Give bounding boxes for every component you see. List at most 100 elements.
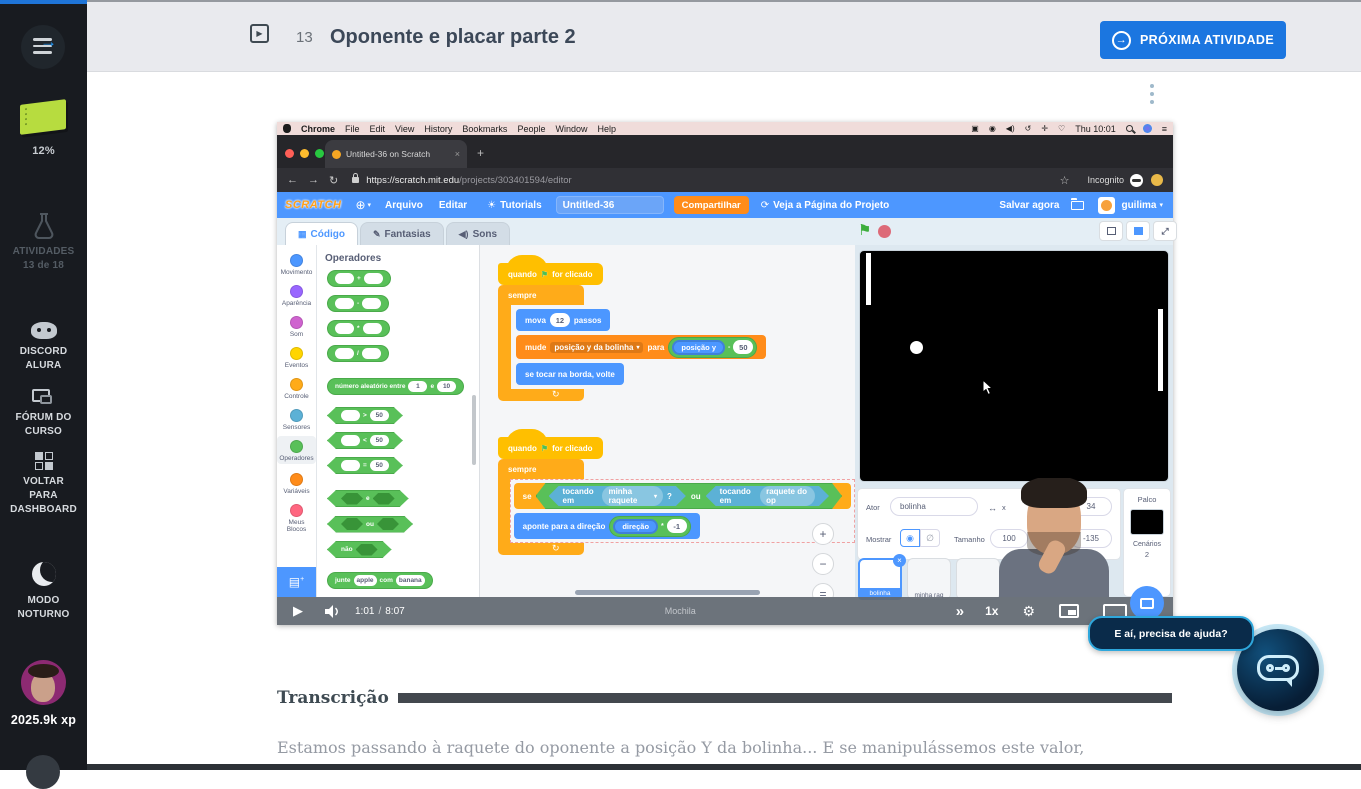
mac-menu-bookmarks[interactable]: Bookmarks: [462, 124, 507, 134]
set-variable-block[interactable]: mude posição y da bolinha▾ para posição …: [516, 335, 766, 359]
new-tab-icon[interactable]: +: [477, 146, 484, 160]
forever-block[interactable]: sempre mova12passos mude posição y da bo…: [498, 285, 766, 401]
pip-icon[interactable]: [1059, 604, 1079, 618]
share-button[interactable]: Compartilhar: [674, 196, 749, 214]
touching1-dropdown[interactable]: minha raquete▾: [602, 486, 663, 506]
block-not[interactable]: não: [327, 541, 392, 558]
course-icon[interactable]: [20, 102, 66, 132]
add-backdrop-button[interactable]: [1130, 586, 1164, 620]
volume-icon[interactable]: [325, 605, 341, 618]
sidebar-item-activities[interactable]: ATIVIDADES 13 de 18: [0, 212, 87, 273]
bookmark-star-icon[interactable]: ☆: [1060, 174, 1070, 187]
block-equals[interactable]: =50: [327, 457, 403, 474]
block-greater-than[interactable]: >50: [327, 407, 403, 424]
video-player[interactable]: Chrome File Edit View History Bookmarks …: [277, 122, 1173, 625]
when-flag-clicked-block[interactable]: quando⚑for clicado: [498, 263, 603, 285]
zoom-out-button[interactable]: −: [812, 553, 834, 575]
block-subtract[interactable]: -: [327, 295, 389, 312]
delete-sprite-icon[interactable]: ×: [893, 554, 906, 567]
language-globe-icon[interactable]: ⊕: [355, 198, 365, 212]
position-y-reporter[interactable]: posição y: [672, 340, 725, 355]
block-less-than[interactable]: <50: [327, 432, 403, 449]
category-sound[interactable]: Som: [277, 312, 316, 338]
mac-menu-people[interactable]: People: [517, 124, 545, 134]
category-motion[interactable]: Movimento: [277, 250, 316, 276]
stage-selector-panel[interactable]: Palco Cenários 2: [1123, 488, 1171, 597]
negative-one-value[interactable]: -1: [667, 519, 687, 533]
mac-menu-view[interactable]: View: [395, 124, 414, 134]
category-events[interactable]: Eventos: [277, 343, 316, 369]
scratch-menu-file[interactable]: Arquivo: [385, 200, 423, 211]
bottom-partial-button[interactable]: [26, 755, 60, 789]
actor-name-input[interactable]: [890, 497, 978, 516]
close-window-icon[interactable]: [285, 149, 294, 158]
multiply-operator[interactable]: direção*-1: [609, 516, 690, 537]
block-and[interactable]: e: [327, 490, 409, 507]
tab-costumes[interactable]: ✎Fantasias: [360, 222, 444, 245]
minimize-window-icon[interactable]: [300, 149, 309, 158]
normal-stage-button[interactable]: [1126, 221, 1150, 241]
heart-icon[interactable]: ♡: [1058, 124, 1065, 133]
play-button[interactable]: ▶: [293, 603, 303, 619]
zoom-window-icon[interactable]: [315, 149, 324, 158]
block-add[interactable]: +: [327, 270, 391, 287]
url-host[interactable]: https://scratch.mit.edu: [366, 175, 459, 186]
sidebar-item-dashboard[interactable]: VOLTAR PARA DASHBOARD: [0, 452, 87, 517]
settings-gear-icon[interactable]: ⚙: [1022, 603, 1035, 620]
profile-avatar[interactable]: [1151, 174, 1163, 186]
project-name-input[interactable]: [556, 196, 664, 214]
subtract-operator[interactable]: posição y-50: [668, 337, 757, 358]
forever-block-2[interactable]: sempre se tocando emminha raquete▾? ou t…: [498, 459, 855, 555]
mac-menu-help[interactable]: Help: [597, 124, 616, 134]
horizontal-scrollbar[interactable]: [575, 590, 760, 595]
add-extension-button[interactable]: ▤+: [277, 567, 316, 597]
username-label[interactable]: guilima: [1121, 200, 1156, 211]
variable-dropdown[interactable]: posição y da bolinha▾: [550, 342, 643, 353]
sidebar-item-night-mode[interactable]: MODO NOTURNO: [0, 562, 87, 622]
random-v1[interactable]: 1: [408, 381, 427, 392]
mac-menu-history[interactable]: History: [424, 124, 452, 134]
eq-value[interactable]: 50: [370, 460, 389, 471]
mac-menu-window[interactable]: Window: [555, 124, 587, 134]
block-join[interactable]: junteapplecombanana: [327, 572, 433, 589]
palette-scrollbar[interactable]: [472, 395, 476, 465]
reload-icon[interactable]: ↻: [329, 174, 338, 187]
forward-icon[interactable]: →: [308, 174, 319, 186]
volume-icon[interactable]: ◀): [1006, 124, 1015, 133]
spotlight-icon[interactable]: [1126, 125, 1133, 132]
zoom-reset-button[interactable]: =: [812, 583, 834, 597]
apple-logo-icon[interactable]: [283, 124, 291, 133]
fullscreen-stage-button[interactable]: ⤢: [1153, 221, 1177, 241]
browser-tab[interactable]: Untitled-36 on Scratch ×: [325, 140, 467, 168]
lt-value[interactable]: 50: [370, 435, 389, 446]
gt-value[interactable]: 50: [370, 410, 389, 421]
join-v2[interactable]: banana: [396, 575, 425, 586]
green-flag-icon[interactable]: ⚑: [858, 221, 871, 239]
mac-menu-edit[interactable]: Edit: [370, 124, 386, 134]
block-random[interactable]: número aleatório entre1e10: [327, 378, 464, 395]
zoom-in-button[interactable]: +: [812, 523, 834, 545]
category-sensing[interactable]: Sensores: [277, 405, 316, 431]
ball-sprite[interactable]: [910, 341, 923, 354]
offset-value[interactable]: 50: [733, 340, 753, 354]
or-condition[interactable]: tocando emminha raquete▾? ou tocando emr…: [536, 483, 842, 509]
block-multiply[interactable]: *: [327, 320, 390, 337]
category-operators[interactable]: Operadores: [277, 436, 316, 464]
stage[interactable]: [859, 250, 1169, 482]
show-visible-toggle[interactable]: ◉: [900, 529, 920, 547]
move-value[interactable]: 12: [550, 313, 570, 327]
playback-speed-button[interactable]: 1x: [985, 604, 998, 618]
video-options-kebab[interactable]: [1150, 84, 1154, 104]
notification-list-icon[interactable]: ≡: [1162, 124, 1167, 134]
scratch-logo[interactable]: SCRATCH: [285, 199, 341, 211]
block-divide[interactable]: /: [327, 345, 389, 362]
block-or[interactable]: ou: [327, 516, 413, 533]
sprite-card-2[interactable]: minha raq: [907, 558, 951, 600]
touching-block-1[interactable]: tocando emminha raquete▾?: [549, 486, 686, 506]
next-activity-button[interactable]: → PRÓXIMA ATIVIDADE: [1100, 21, 1286, 59]
tab-code[interactable]: ▦Código: [285, 222, 358, 245]
screen-record-icon[interactable]: ▣: [971, 124, 979, 133]
url-path[interactable]: /projects/303401594/editor: [459, 175, 572, 186]
save-now-link[interactable]: Salvar agora: [999, 200, 1059, 211]
status-circle-icon[interactable]: ◉: [989, 124, 996, 133]
